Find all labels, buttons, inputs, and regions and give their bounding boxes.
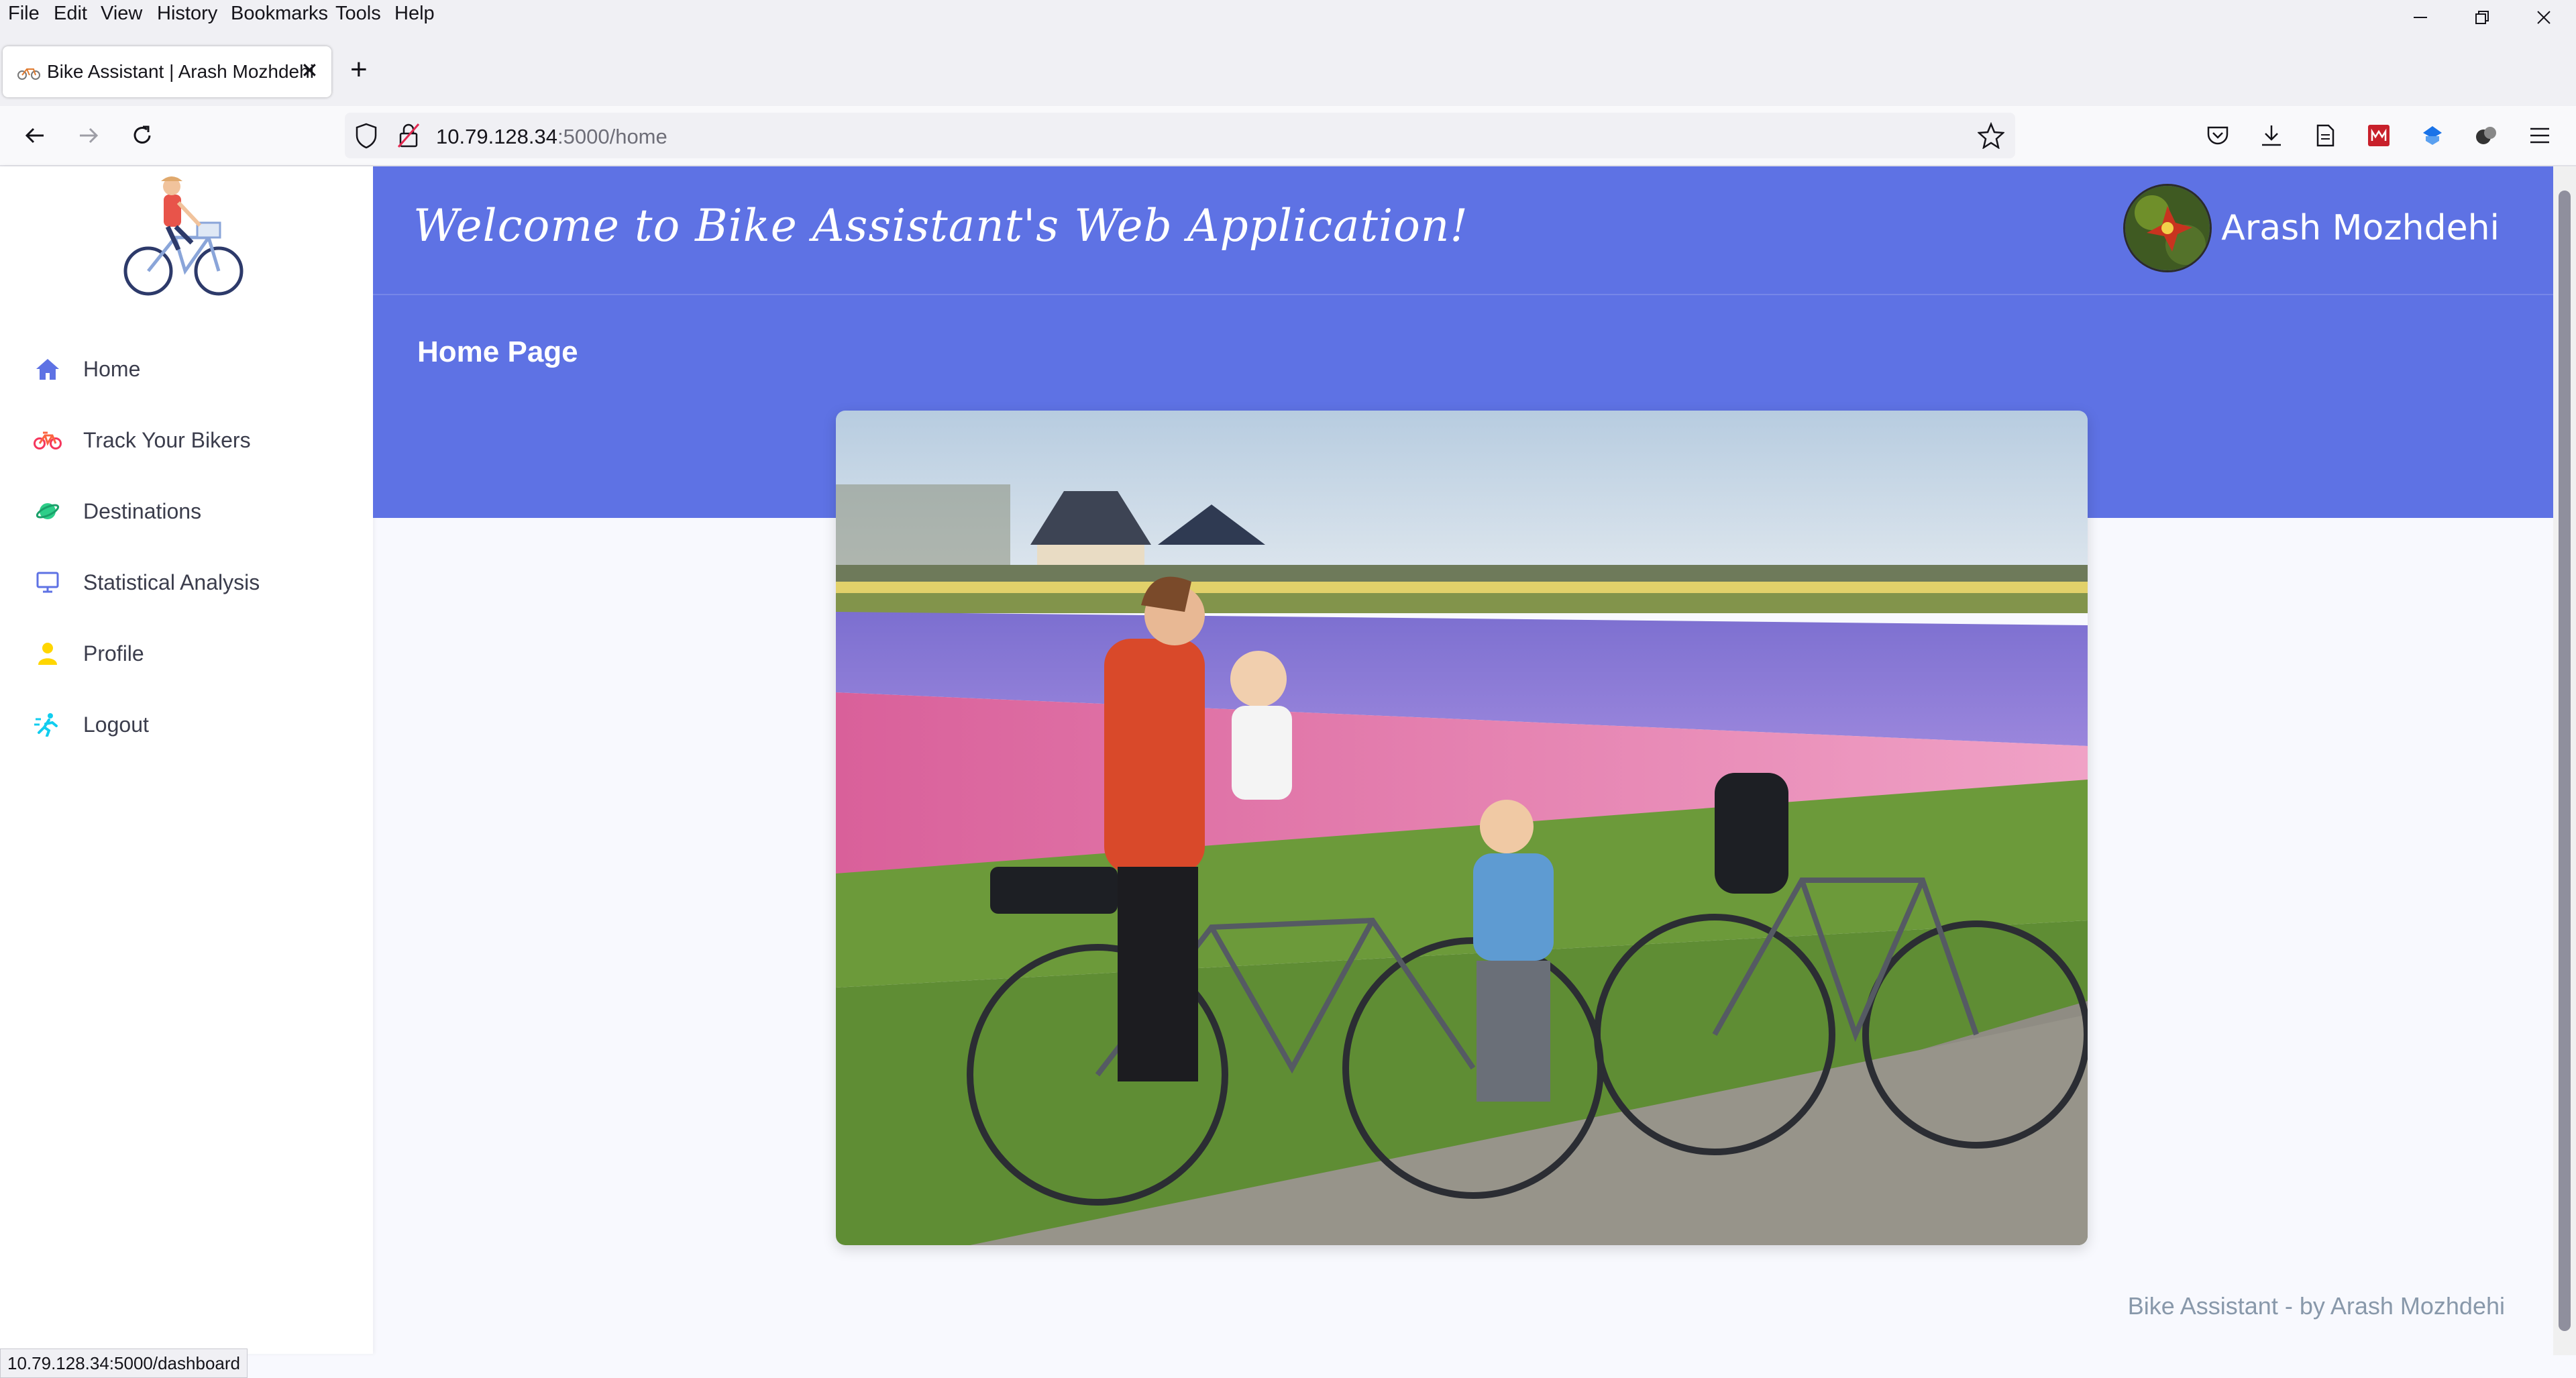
sidebar-item-label: Profile [83,641,144,666]
bike-favicon-icon [17,64,40,83]
hero-image-bikes-tulip-field [836,411,2088,1245]
running-icon [34,710,62,739]
user-menu[interactable]: Arash Mozhdehi [2123,184,2500,272]
url-text[interactable]: 10.79.128.34:5000/home [436,125,667,149]
insecure-lock-icon[interactable] [397,122,420,152]
scrollbar-thumb[interactable] [2559,191,2571,1331]
reader-view-icon[interactable] [2309,119,2341,152]
user-icon [34,639,62,668]
sidebar-item-profile[interactable]: Profile [34,633,144,674]
sidebar-item-label: Track Your Bikers [83,427,251,452]
bike-icon [34,426,62,454]
extension-blue-icon[interactable] [2416,119,2449,152]
shield-icon[interactable] [354,122,378,152]
sidebar-item-label: Logout [83,712,149,737]
new-tab-icon[interactable]: + [350,55,368,85]
sidebar: Home Track Your Bikers Destinations Stat… [0,166,373,1354]
tab-title: Bike Assistant | Arash Mozhdehi [47,61,314,82]
menu-help[interactable]: Help [394,3,435,25]
page-title: Home Page [417,335,578,368]
sidebar-item-destinations[interactable]: Destinations [34,491,201,531]
home-icon [34,355,62,383]
url-host: 10.79.128.34 [436,125,558,148]
pocket-icon[interactable] [2202,119,2234,152]
sidebar-item-label: Home [83,356,141,381]
welcome-title: Welcome to Bike Assistant's Web Applicat… [413,200,1468,252]
reload-icon[interactable] [126,119,158,152]
tab-bar: Bike Assistant | Arash Mozhdehi ✕ + [0,34,2576,106]
extension-red-icon[interactable] [2363,119,2395,152]
menu-file[interactable]: File [8,3,40,25]
page-scrollbar[interactable] [2553,166,2576,1355]
close-window-icon[interactable] [2524,4,2564,31]
minimize-icon[interactable] [2400,4,2440,31]
download-icon[interactable] [2255,119,2288,152]
footer-credit: Bike Assistant - by Arash Mozhdehi [2127,1292,2505,1320]
restore-icon[interactable] [2462,4,2502,31]
hamburger-menu-icon[interactable] [2524,119,2556,152]
sidebar-item-home[interactable]: Home [34,349,140,389]
tab-close-icon[interactable]: ✕ [301,60,319,81]
navigation-bar: 10.79.128.34:5000/home [0,106,2576,166]
sidebar-item-track-your-bikers[interactable]: Track Your Bikers [34,420,251,460]
browser-tab[interactable]: Bike Assistant | Arash Mozhdehi ✕ [3,46,331,97]
url-bar[interactable]: 10.79.128.34:5000/home [345,113,2015,158]
bookmark-star-icon[interactable] [1976,121,2006,152]
menu-edit[interactable]: Edit [54,3,87,25]
menu-tools[interactable]: Tools [335,3,381,25]
menu-bookmarks[interactable]: Bookmarks [231,3,328,25]
avatar [2123,184,2212,272]
back-icon[interactable] [19,119,51,152]
bike-assistant-logo[interactable] [118,170,252,298]
status-bar-url: 10.79.128.34:5000/dashboard [0,1348,248,1378]
menu-view[interactable]: View [101,3,142,25]
monitor-icon [34,568,62,596]
extension-dark-icon[interactable] [2470,119,2502,152]
forward-icon[interactable] [72,119,105,152]
planet-icon [34,497,62,525]
user-name[interactable]: Arash Mozhdehi [2221,208,2500,248]
sidebar-item-label: Statistical Analysis [83,570,260,594]
menu-history[interactable]: History [157,3,217,25]
header-divider [373,294,2553,295]
sidebar-item-logout[interactable]: Logout [34,704,149,745]
menu-bar: File Edit View History Bookmarks Tools H… [0,0,2576,34]
sidebar-item-statistical-analysis[interactable]: Statistical Analysis [34,562,260,602]
url-path: :5000/home [557,125,667,148]
sidebar-item-label: Destinations [83,498,202,523]
